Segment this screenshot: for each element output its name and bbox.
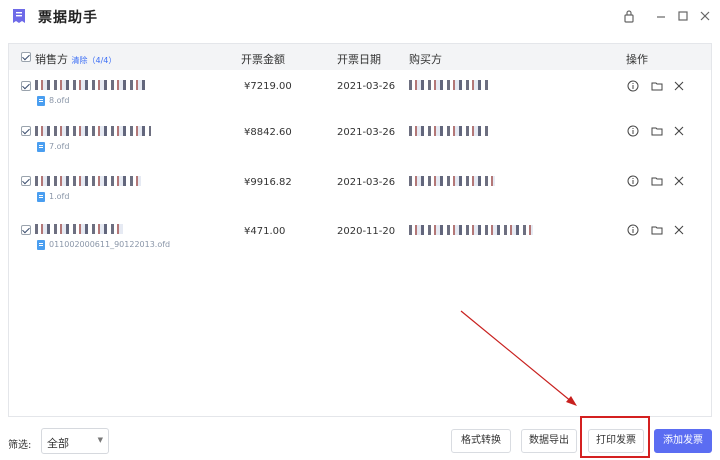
seller-name-redacted <box>35 224 123 234</box>
folder-icon[interactable] <box>651 80 663 92</box>
annotation-arrow <box>460 310 577 406</box>
row-checkbox[interactable] <box>21 126 31 136</box>
seller-name-redacted <box>35 126 151 136</box>
buyer-name-redacted <box>409 176 495 186</box>
buyer-name-redacted <box>409 126 489 136</box>
row-checkbox[interactable] <box>21 81 31 91</box>
folder-icon[interactable] <box>651 224 663 236</box>
header-amount: 开票金额 <box>241 53 285 66</box>
delete-icon[interactable] <box>673 125 685 137</box>
table-row[interactable]: 7.ofd ¥8842.60 2021-03-26 <box>9 124 711 170</box>
invoice-date: 2020-11-20 <box>337 226 396 237</box>
folder-icon[interactable] <box>651 175 663 187</box>
filter-label: 筛选: <box>8 440 32 451</box>
chevron-down-icon: ▼ <box>97 436 103 444</box>
lock-icon[interactable] <box>622 9 636 23</box>
file-icon <box>37 96 45 106</box>
maximize-icon[interactable] <box>676 9 690 23</box>
header-date: 开票日期 <box>337 53 381 66</box>
table-row[interactable]: 011002000611_90122013.ofd ¥471.00 2020-1… <box>9 222 711 268</box>
file-icon <box>37 192 45 202</box>
export-data-button[interactable]: 数据导出 <box>521 429 577 453</box>
folder-icon[interactable] <box>651 125 663 137</box>
clear-selection-link[interactable]: 清除（4/4） <box>72 56 117 65</box>
file-icon <box>37 240 45 250</box>
row-checkbox[interactable] <box>21 225 31 235</box>
header-seller-label: 销售方 <box>35 53 68 66</box>
filter-select[interactable]: 全部 ▼ <box>41 428 109 454</box>
row-checkbox[interactable] <box>21 176 31 186</box>
file-name[interactable]: 7.ofd <box>49 142 69 151</box>
file-name[interactable]: 8.ofd <box>49 96 69 105</box>
invoice-date: 2021-03-26 <box>337 177 396 188</box>
filter-value: 全部 <box>47 437 69 450</box>
table-row[interactable]: 1.ofd ¥9916.82 2021-03-26 <box>9 173 711 219</box>
header-seller: 销售方 清除（4/4） <box>35 51 116 67</box>
file-name[interactable]: 011002000611_90122013.ofd <box>49 240 170 249</box>
receipt-icon <box>13 9 25 23</box>
invoice-amount: ¥9916.82 <box>244 177 292 188</box>
file-name[interactable]: 1.ofd <box>49 192 69 201</box>
format-convert-button[interactable]: 格式转换 <box>451 429 511 453</box>
table-row[interactable]: 8.ofd ¥7219.00 2021-03-26 <box>9 74 711 120</box>
delete-icon[interactable] <box>673 175 685 187</box>
invoice-amount: ¥7219.00 <box>244 81 292 92</box>
select-all-checkbox[interactable] <box>21 52 31 62</box>
invoice-table: 销售方 清除（4/4） 开票金额 开票日期 购买方 操作 8.ofd ¥7219… <box>8 43 712 417</box>
title-bar: 票据助手 <box>0 0 720 32</box>
header-actions: 操作 <box>626 53 648 66</box>
buyer-name-redacted <box>409 225 533 235</box>
invoice-amount: ¥8842.60 <box>244 127 292 138</box>
seller-name-redacted <box>35 80 145 90</box>
info-icon[interactable] <box>627 224 639 236</box>
buyer-name-redacted <box>409 80 489 90</box>
minimize-icon[interactable] <box>654 9 668 23</box>
delete-icon[interactable] <box>673 80 685 92</box>
invoice-date: 2021-03-26 <box>337 81 396 92</box>
seller-name-redacted <box>35 176 141 186</box>
app-title: 票据助手 <box>38 10 98 26</box>
info-icon[interactable] <box>627 80 639 92</box>
annotation-highlight-box <box>580 416 650 458</box>
delete-icon[interactable] <box>673 224 685 236</box>
header-buyer: 购买方 <box>409 53 442 66</box>
info-icon[interactable] <box>627 175 639 187</box>
file-icon <box>37 142 45 152</box>
add-invoice-button[interactable]: 添加发票 <box>654 429 712 453</box>
invoice-amount: ¥471.00 <box>244 226 286 237</box>
invoice-date: 2021-03-26 <box>337 127 396 138</box>
info-icon[interactable] <box>627 125 639 137</box>
close-icon[interactable] <box>698 9 712 23</box>
table-header: 销售方 清除（4/4） 开票金额 开票日期 购买方 操作 <box>9 44 711 70</box>
